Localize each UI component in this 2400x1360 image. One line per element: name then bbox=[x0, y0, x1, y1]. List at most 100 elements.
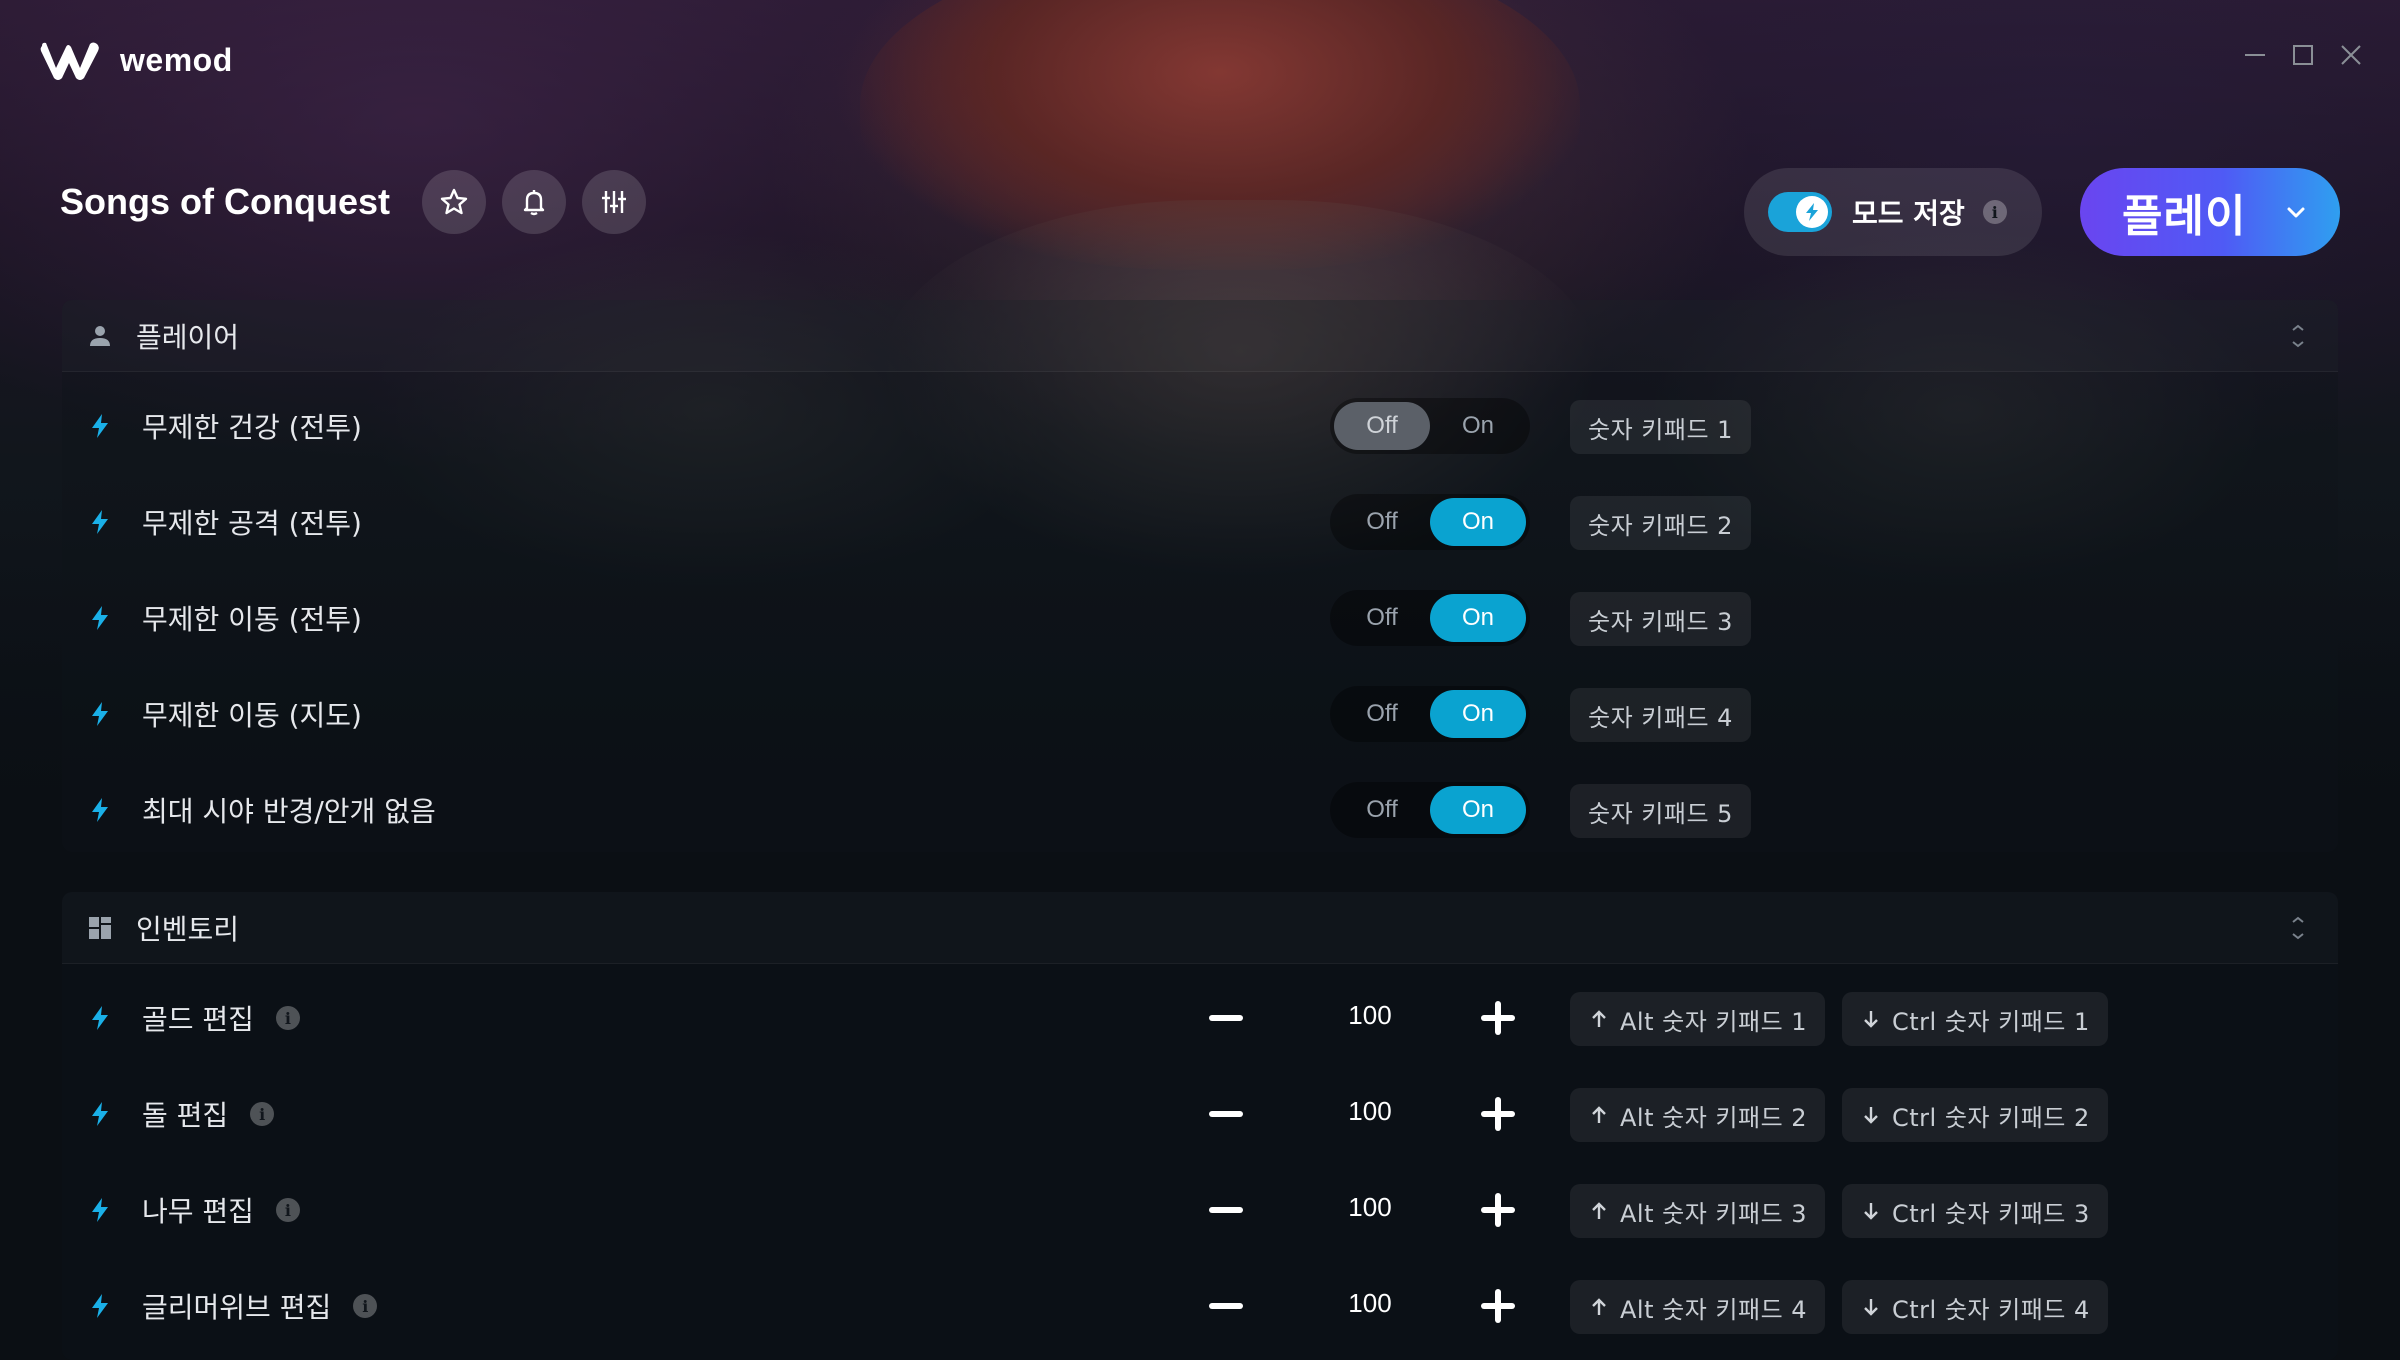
info-icon[interactable]: i bbox=[353, 1294, 378, 1318]
cheat-toggle[interactable]: Off On bbox=[1330, 782, 1530, 838]
value-input[interactable]: 100 bbox=[1310, 1192, 1430, 1223]
cheat-row: 골드 편집 i 100 Alt 숫자 키패드 1 Ctrl 숫자 키패드 1 bbox=[62, 970, 2338, 1066]
maximize-icon[interactable] bbox=[2292, 44, 2314, 66]
settings-button[interactable] bbox=[581, 170, 646, 234]
hotkey-badge[interactable]: 숫자 키패드 4 bbox=[1570, 688, 1751, 742]
hotkey-text: Alt 숫자 키패드 1 bbox=[1620, 1007, 1808, 1036]
cheat-row: 무제한 이동 (지도) Off On 숫자 키패드 4 bbox=[62, 666, 2338, 762]
cheat-label-text: 무제한 건강 (전투) bbox=[142, 411, 362, 444]
hotkey-increase-badge[interactable]: Alt 숫자 키패드 4 bbox=[1570, 1280, 1826, 1334]
minimize-icon[interactable] bbox=[2244, 44, 2266, 66]
info-icon[interactable]: i bbox=[275, 1006, 300, 1030]
window-controls bbox=[2244, 44, 2362, 66]
cheat-row: 무제한 이동 (전투) Off On 숫자 키패드 3 bbox=[62, 570, 2338, 666]
info-icon[interactable]: i bbox=[1982, 200, 2007, 224]
hotkey-decrease-badge[interactable]: Ctrl 숫자 키패드 3 bbox=[1842, 1184, 2108, 1238]
notifications-button[interactable] bbox=[501, 170, 566, 234]
arrow-down-icon bbox=[1864, 1107, 1878, 1124]
info-icon[interactable]: i bbox=[275, 1198, 300, 1222]
decrease-button[interactable] bbox=[1206, 1190, 1246, 1230]
toggle-on-option[interactable]: On bbox=[1430, 594, 1526, 642]
bolt-icon bbox=[92, 702, 108, 726]
bolt-icon bbox=[92, 1102, 108, 1126]
hotkey-text: Ctrl 숫자 키패드 4 bbox=[1892, 1295, 2090, 1324]
cheat-label: 무제한 이동 (전투) bbox=[142, 598, 362, 638]
cheat-row: 최대 시야 반경/안개 없음 Off On 숫자 키패드 5 bbox=[62, 762, 2338, 858]
toggle-off-option[interactable]: Off bbox=[1334, 498, 1430, 546]
toggle-on-option[interactable]: On bbox=[1430, 690, 1526, 738]
hotkey-badge[interactable]: 숫자 키패드 1 bbox=[1570, 400, 1751, 454]
increase-button[interactable] bbox=[1478, 998, 1518, 1038]
cheat-label: 글리머위브 편집 i bbox=[142, 1286, 378, 1326]
mod-save-switch[interactable] bbox=[1768, 192, 1832, 232]
game-header: Songs of Conquest bbox=[60, 170, 646, 234]
user-icon bbox=[90, 325, 110, 346]
decrease-button[interactable] bbox=[1206, 998, 1246, 1038]
section-inventory: 인벤토리 골드 편집 i 100 Alt 숫자 키패드 1 Ctrl 숫자 키패드 1 돌… bbox=[62, 892, 2338, 1360]
increase-button[interactable] bbox=[1478, 1094, 1518, 1134]
cheat-row: 글리머위브 편집 i 100 Alt 숫자 키패드 4 Ctrl 숫자 키패드 4 bbox=[62, 1258, 2338, 1354]
play-button[interactable]: 플레이 bbox=[2080, 168, 2340, 256]
toggle-off-option[interactable]: Off bbox=[1334, 690, 1430, 738]
hotkey-text: 숫자 키패드 4 bbox=[1588, 703, 1733, 732]
toggle-on-option[interactable]: On bbox=[1430, 786, 1526, 834]
hotkey-decrease-badge[interactable]: Ctrl 숫자 키패드 1 bbox=[1842, 992, 2108, 1046]
toggle-on-option[interactable]: On bbox=[1430, 498, 1526, 546]
bolt-icon bbox=[92, 510, 108, 534]
wemod-logo-icon bbox=[40, 42, 99, 80]
toggle-off-option[interactable]: Off bbox=[1334, 402, 1430, 450]
toggle-off-option[interactable]: Off bbox=[1334, 594, 1430, 642]
hotkey-decrease-badge[interactable]: Ctrl 숫자 키패드 4 bbox=[1842, 1280, 2108, 1334]
grid-icon bbox=[89, 916, 111, 939]
section-title: 플레이어 bbox=[136, 320, 240, 354]
cheat-toggle[interactable]: Off On bbox=[1330, 494, 1530, 550]
toggle-off-option[interactable]: Off bbox=[1334, 786, 1430, 834]
app-logo[interactable]: wemod bbox=[38, 38, 233, 82]
bolt-icon bbox=[92, 1294, 108, 1318]
collapse-icon[interactable] bbox=[2284, 914, 2312, 942]
value-input[interactable]: 100 bbox=[1310, 1096, 1430, 1127]
arrow-down-icon bbox=[1864, 1011, 1878, 1028]
chevron-down-icon[interactable] bbox=[2282, 198, 2310, 226]
favorite-button[interactable] bbox=[421, 170, 486, 234]
collapse-icon[interactable] bbox=[2284, 322, 2312, 350]
cheat-row: 무제한 건강 (전투) Off On 숫자 키패드 1 bbox=[62, 378, 2338, 474]
play-label: 플레이 bbox=[2122, 191, 2247, 242]
hotkey-badge[interactable]: 숫자 키패드 2 bbox=[1570, 496, 1751, 550]
hotkey-increase-badge[interactable]: Alt 숫자 키패드 3 bbox=[1570, 1184, 1826, 1238]
increase-button[interactable] bbox=[1478, 1286, 1518, 1326]
section-player: 플레이어 무제한 건강 (전투) Off On 숫자 키패드 1 무제한 공격 (… bbox=[62, 300, 2338, 852]
section-header[interactable]: 인벤토리 bbox=[62, 892, 2338, 964]
hotkey-increase-badge[interactable]: Alt 숫자 키패드 2 bbox=[1570, 1088, 1826, 1142]
section-header[interactable]: 플레이어 bbox=[62, 300, 2338, 372]
hotkey-text: 숫자 키패드 5 bbox=[1588, 799, 1733, 828]
cheat-toggle[interactable]: Off On bbox=[1330, 686, 1530, 742]
star-icon bbox=[440, 188, 468, 215]
cheat-label-text: 나무 편집 bbox=[142, 1195, 254, 1228]
close-icon[interactable] bbox=[2340, 44, 2362, 66]
bolt-icon bbox=[92, 606, 108, 630]
decrease-button[interactable] bbox=[1206, 1286, 1246, 1326]
cheat-label-text: 돌 편집 bbox=[142, 1099, 229, 1132]
cheat-toggle[interactable]: Off On bbox=[1330, 590, 1530, 646]
info-icon[interactable]: i bbox=[250, 1102, 275, 1126]
hotkey-decrease-badge[interactable]: Ctrl 숫자 키패드 2 bbox=[1842, 1088, 2108, 1142]
value-input[interactable]: 100 bbox=[1310, 1288, 1430, 1319]
cheat-label-text: 무제한 공격 (전투) bbox=[142, 507, 362, 540]
hotkey-increase-badge[interactable]: Alt 숫자 키패드 1 bbox=[1570, 992, 1826, 1046]
toggle-on-option[interactable]: On bbox=[1430, 402, 1526, 450]
arrow-down-icon bbox=[1864, 1203, 1878, 1220]
cheat-label: 최대 시야 반경/안개 없음 bbox=[142, 790, 436, 830]
app-name: wemod bbox=[120, 41, 233, 78]
value-input[interactable]: 100 bbox=[1310, 1000, 1430, 1031]
bolt-icon bbox=[1806, 203, 1818, 221]
cheat-row: 무제한 공격 (전투) Off On 숫자 키패드 2 bbox=[62, 474, 2338, 570]
increase-button[interactable] bbox=[1478, 1190, 1518, 1230]
hotkey-badge[interactable]: 숫자 키패드 3 bbox=[1570, 592, 1751, 646]
cheat-label-text: 무제한 이동 (전투) bbox=[142, 603, 362, 636]
cheat-toggle[interactable]: Off On bbox=[1330, 398, 1530, 454]
decrease-button[interactable] bbox=[1206, 1094, 1246, 1134]
hotkey-badge[interactable]: 숫자 키패드 5 bbox=[1570, 784, 1751, 838]
bolt-icon bbox=[92, 414, 108, 438]
mod-save-toggle[interactable]: 모드 저장 i bbox=[1744, 168, 2042, 256]
